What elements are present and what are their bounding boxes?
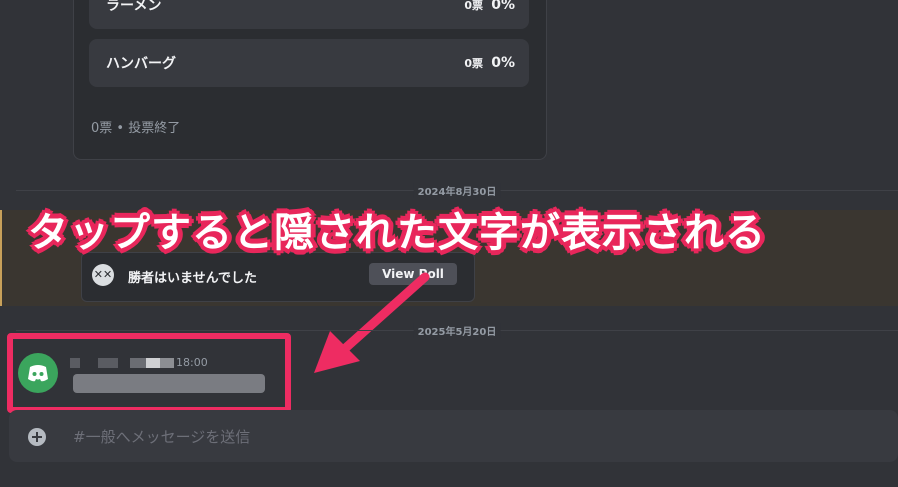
poll-option-percent: 0% (491, 0, 515, 13)
poll-option-hamburg[interactable]: ハンバーグ 0票 0% (89, 39, 529, 87)
poll-option-label: ラーメン (106, 0, 162, 14)
poll-footer: 0票 • 投票終了 (91, 121, 181, 136)
poll-option-votes: 0票 (464, 57, 483, 70)
date-divider-label: 2025年5月20日 (413, 323, 501, 338)
date-divider: 2025年5月20日 (16, 323, 898, 338)
message-composer (9, 410, 898, 462)
poll-option-ramen[interactable]: ラーメン 0票 0% (89, 0, 529, 29)
poll-option-votes: 0票 (464, 0, 483, 12)
add-attachment-button[interactable] (28, 428, 46, 446)
poll-option-label: ハンバーグ (106, 56, 176, 72)
message-input[interactable] (71, 420, 875, 454)
annotation-caption: タップすると隠された文字が表示される (28, 210, 766, 256)
poll-card: ラーメン 0票 0% ハンバーグ 0票 0% 0票 • 投票終了 (73, 0, 547, 160)
poll-option-percent: 0% (491, 55, 515, 71)
annotation-highlight-box (7, 333, 291, 413)
